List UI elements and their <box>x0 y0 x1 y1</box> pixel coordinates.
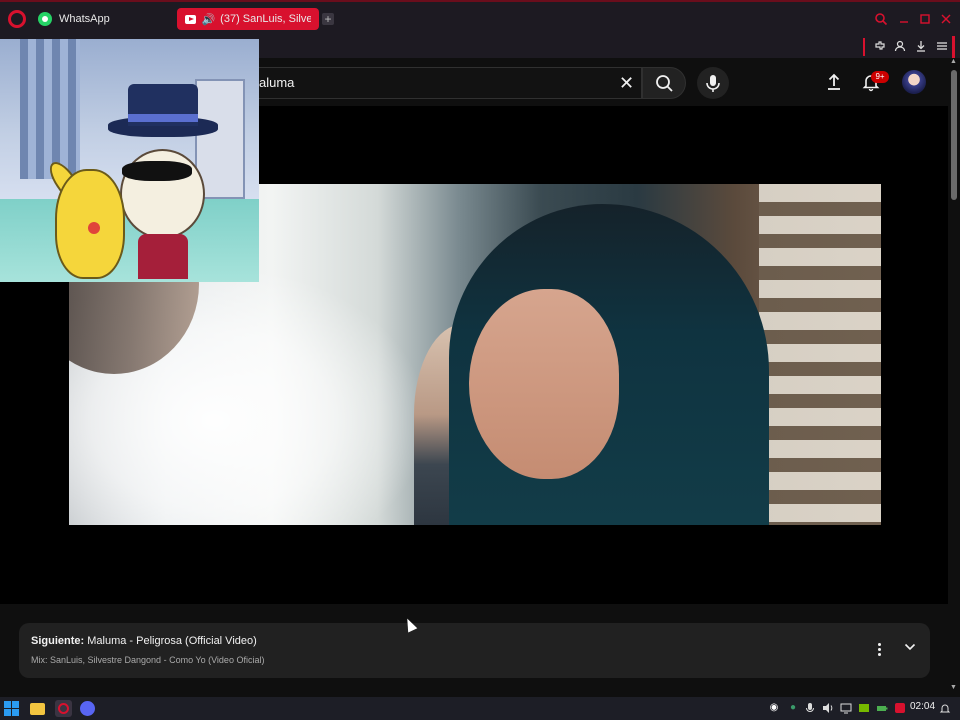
new-tab-button[interactable]: + <box>322 13 334 25</box>
playlist-mix-title: Mix: SanLuis, Silvestre Dangond - Como Y… <box>31 655 265 665</box>
opera-taskbar-icon[interactable] <box>55 700 72 717</box>
windows-start-icon[interactable] <box>4 701 19 716</box>
page-scrollbar[interactable]: ▲ ▼ <box>948 58 960 700</box>
close-window-icon[interactable] <box>939 12 953 26</box>
more-options-icon[interactable] <box>874 641 884 659</box>
easy-setup-menu-icon[interactable] <box>935 39 949 53</box>
notification-count-badge: 9+ <box>871 71 889 83</box>
create-upload-button[interactable] <box>823 71 845 93</box>
tab-label: WhatsApp <box>59 13 110 25</box>
scroll-thumb[interactable] <box>951 70 957 200</box>
voice-search-button[interactable] <box>697 67 729 99</box>
notification-center-icon[interactable] <box>938 701 952 720</box>
file-explorer-icon[interactable] <box>30 703 45 715</box>
search-tabs-icon[interactable] <box>874 12 888 26</box>
up-next-title[interactable]: Siguiente: Maluma - Peligrosa (Official … <box>31 635 257 647</box>
clear-search-icon[interactable]: ✕ <box>619 72 634 94</box>
toolbar-separator <box>863 38 865 56</box>
opera-logo-icon[interactable] <box>8 10 26 28</box>
up-next-label: Siguiente: <box>31 635 85 647</box>
search-input[interactable]: aluma ✕ <box>200 67 642 99</box>
up-next-video-title: Maluma - Peligrosa (Official Video) <box>87 635 257 647</box>
picture-in-picture-video[interactable] <box>0 39 259 282</box>
tab-youtube-active[interactable]: 🔊 (37) SanLuis, Silvestre Dangond - Como… <box>177 8 319 30</box>
discord-icon[interactable] <box>80 701 95 716</box>
minimize-icon[interactable] <box>897 12 911 26</box>
network-icon[interactable] <box>839 701 853 720</box>
account-avatar[interactable] <box>902 70 926 94</box>
up-next-panel[interactable]: Siguiente: Maluma - Peligrosa (Official … <box>19 623 930 678</box>
sidebar-edge <box>952 36 955 58</box>
volume-icon[interactable] <box>821 701 835 720</box>
microphone-tray-icon[interactable] <box>803 701 817 720</box>
chevron-down-icon[interactable] <box>903 640 917 654</box>
tray-shield-icon[interactable]: ● <box>786 701 800 715</box>
extensions-icon[interactable] <box>873 39 887 53</box>
nvidia-icon[interactable] <box>857 701 871 720</box>
tab-label: (37) SanLuis, Silvestre Dangond - Como Y… <box>220 13 311 25</box>
battery-icon[interactable] <box>875 701 889 720</box>
scroll-up-arrow-icon[interactable]: ▲ <box>950 58 957 65</box>
screen: WhatsApp 🔊 (37) SanLuis, Silvestre Dango… <box>0 0 960 720</box>
tray-app-icon[interactable]: ◉ <box>767 701 781 715</box>
maximize-icon[interactable] <box>918 12 932 26</box>
whatsapp-icon <box>38 12 52 26</box>
opera-tray-icon[interactable] <box>893 701 907 720</box>
upload-icon <box>828 73 840 90</box>
microphone-icon <box>706 75 720 92</box>
youtube-icon <box>185 14 197 24</box>
profile-icon[interactable] <box>893 39 907 53</box>
search-query: aluma <box>259 75 295 90</box>
windows-taskbar: ◉ ● 02:04 <box>0 697 960 720</box>
search-icon <box>656 75 673 92</box>
tab-whatsapp[interactable]: WhatsApp <box>30 8 170 30</box>
scroll-down-arrow-icon[interactable]: ▼ <box>950 684 957 691</box>
speaker-icon[interactable]: 🔊 <box>201 13 215 26</box>
search-button[interactable] <box>642 67 686 99</box>
download-icon[interactable] <box>914 39 928 53</box>
browser-tab-bar: WhatsApp 🔊 (37) SanLuis, Silvestre Dango… <box>0 0 960 36</box>
taskbar-clock[interactable]: 02:04 <box>910 701 935 712</box>
